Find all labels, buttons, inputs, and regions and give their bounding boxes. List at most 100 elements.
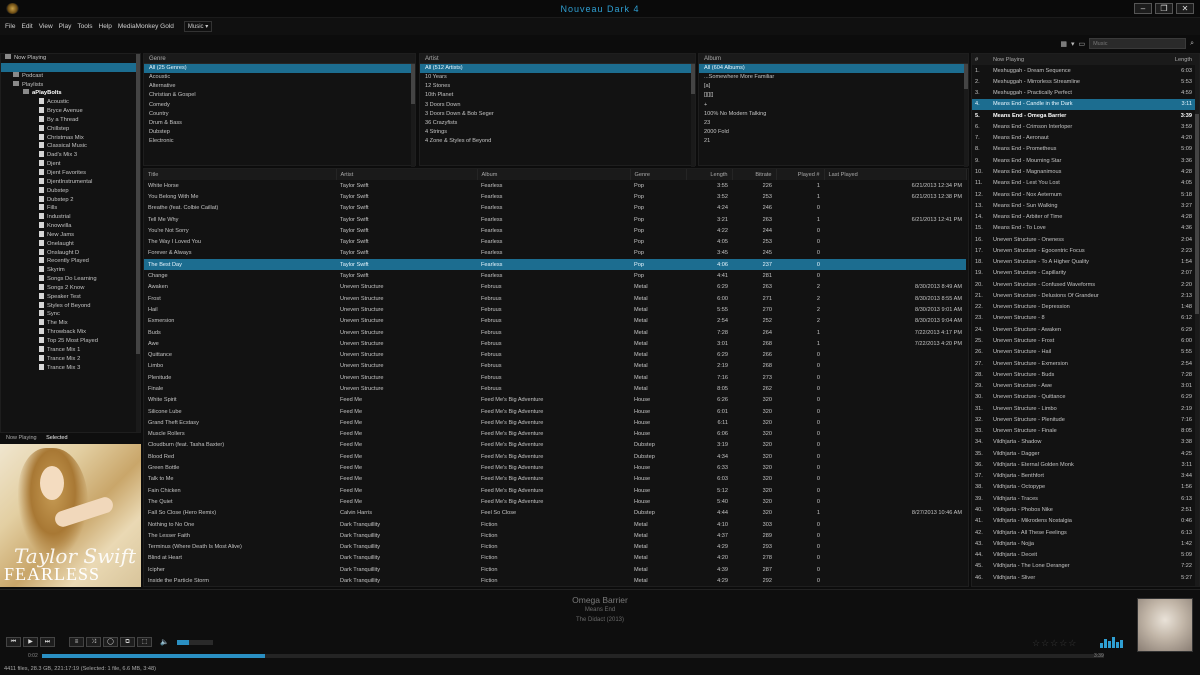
album-filter-item[interactable]: [a]: [699, 82, 968, 91]
album-filter-item[interactable]: [][][]: [699, 91, 968, 100]
artist-filter-item[interactable]: All (512 Artists): [420, 64, 695, 74]
tree-item[interactable]: Trance Mix 3: [1, 363, 140, 373]
tree-item[interactable]: Djent Favorites: [1, 168, 140, 178]
tree-item[interactable]: Now Playing: [1, 54, 140, 63]
tree-item[interactable]: Classical Music: [1, 142, 140, 151]
list-item[interactable]: 15. Means End - To Love 4:36: [972, 223, 1196, 234]
artist-filter-item[interactable]: 36 Crazyfists: [420, 119, 695, 128]
tree-item[interactable]: Playlists: [1, 80, 140, 90]
tree-item[interactable]: Knowvilla: [1, 222, 140, 231]
list-item[interactable]: 45. Vildhjarta - The Lone Deranger 7:22: [972, 561, 1196, 572]
shuffle-icon[interactable]: ⤨: [86, 637, 101, 647]
artist-filter-item[interactable]: 4 Zone & Styles of Beyond: [420, 137, 695, 146]
tree-item[interactable]: Trance Mix 1: [1, 345, 140, 355]
playlist-icon[interactable]: ≡: [69, 637, 84, 647]
table-row[interactable]: You Belong With Me Taylor Swift Fearless Po…: [144, 191, 966, 202]
tree-item[interactable]: Dad's Mix 3: [1, 151, 140, 160]
tree-item[interactable]: Djent: [1, 160, 140, 169]
list-item[interactable]: 28. Uneven Structure - Buds 7:28: [972, 369, 1196, 380]
list-item[interactable]: 29. Uneven Structure - Awe 3:01: [972, 380, 1196, 391]
list-item[interactable]: 44. Vildhjarta - Deceit 5:09: [972, 549, 1196, 560]
maximize-icon[interactable]: ❐: [1155, 3, 1173, 14]
table-row[interactable]: Fain Chicken Feed Me Feed Me's Big Adventu…: [144, 485, 966, 496]
genre-filter-item[interactable]: Alternative: [144, 82, 415, 91]
column-header[interactable]: Title: [144, 169, 337, 180]
table-row[interactable]: The Lesser Faith Dark Tranquillity Fiction…: [144, 530, 966, 541]
search-input[interactable]: Music: [1089, 38, 1187, 49]
album-filter-item[interactable]: 21: [699, 137, 968, 146]
table-row[interactable]: Green Bottle Feed Me Feed Me's Big Adventu…: [144, 462, 966, 473]
tab-selected[interactable]: Selected: [46, 435, 67, 441]
list-item[interactable]: 9. Means End - Mourning Star 3:36: [972, 155, 1196, 166]
tree-item[interactable]: Speaker Test: [1, 292, 140, 302]
tree-item[interactable]: Recently Played: [1, 257, 140, 266]
tree-item[interactable]: DjentInstrumental: [1, 177, 140, 187]
genre-filter-item[interactable]: Acoustic: [144, 73, 415, 82]
table-row[interactable]: Nothing to No One Dark Tranquillity Fictio…: [144, 519, 966, 530]
genre-filter-item[interactable]: Comedy: [144, 101, 415, 110]
list-item[interactable]: 18. Uneven Structure - To A Higher Qualit…: [972, 257, 1196, 268]
artist-filter-item[interactable]: 10th Planet: [420, 91, 695, 100]
list-item[interactable]: 21. Uneven Structure - Delusions Of Grand…: [972, 290, 1196, 301]
album-filter-item[interactable]: 23: [699, 119, 968, 128]
list-item[interactable]: 36. Vildhjarta - Eternal Golden Monk 3:11: [972, 459, 1196, 470]
table-row[interactable]: Inside the Particle Storm Dark Tranquilli…: [144, 575, 966, 586]
artist-filter-item[interactable]: 3 Doors Down: [420, 101, 695, 110]
list-item[interactable]: 26. Uneven Structure - Hail 5:55: [972, 347, 1196, 358]
genre-filter-item[interactable]: Christian & Gospel: [144, 91, 415, 100]
list-item[interactable]: 35. Vildhjarta - Dagger 4:25: [972, 448, 1196, 459]
list-item[interactable]: 10. Means End - Magnanimous 4:28: [972, 166, 1196, 177]
list-item[interactable]: 31. Uneven Structure - Limbo 2:19: [972, 403, 1196, 414]
list-item[interactable]: 23. Uneven Structure - 8 6:12: [972, 313, 1196, 324]
table-row[interactable]: Plenitude Uneven Structure Februus Metal 7:1…: [144, 372, 966, 383]
previous-icon[interactable]: ⏮: [6, 637, 21, 647]
table-row[interactable]: Terminus (Where Death Is Most Alive) Dark…: [144, 542, 966, 553]
list-item[interactable]: 32. Uneven Structure - Plenitude 7:16: [972, 414, 1196, 425]
table-row[interactable]: Muscle Rollers Feed Me Feed Me's Big Adven…: [144, 429, 966, 440]
search-icon[interactable]: ⌕: [1190, 40, 1194, 48]
table-row[interactable]: Awe Uneven Structure Februus Metal 3:01 268 1 7…: [144, 338, 966, 349]
list-item[interactable]: 22. Uneven Structure - Depression 1:48: [972, 302, 1196, 313]
menu-file[interactable]: File: [5, 23, 15, 30]
column-header[interactable]: Last Played: [824, 169, 967, 180]
album-header[interactable]: Album: [699, 54, 968, 64]
table-row[interactable]: Hail Uneven Structure Februus Metal 5:55 270 2…: [144, 304, 966, 315]
list-item[interactable]: 2. Meshuggah - Mirrorless Streamline 5:53: [972, 76, 1196, 87]
genre-filter-item[interactable]: Country: [144, 110, 415, 119]
tree-item[interactable]: aPlayBolts: [1, 89, 140, 98]
column-header[interactable]: Album: [477, 169, 631, 180]
list-item[interactable]: 12. Means End - Nox Aeternum 5:18: [972, 189, 1196, 200]
table-row[interactable]: Exmersion Uneven Structure Februus Metal 2:5…: [144, 316, 966, 327]
list-item[interactable]: 4. Means End - Candle in the Dark 3:11: [972, 98, 1196, 111]
list-item[interactable]: 11. Means End - Lest You Lost 4:05: [972, 178, 1196, 189]
table-row[interactable]: Icipher Dark Tranquillity Fiction Metal 4:39…: [144, 564, 966, 575]
table-row[interactable]: Forever & Always Taylor Swift Fearless Pop 3…: [144, 248, 966, 259]
tree-item[interactable]: Acoustic: [1, 98, 140, 107]
list-item[interactable]: 6. Means End - Crimson Interloper 3:59: [972, 121, 1196, 132]
table-row[interactable]: The Way I Loved You Taylor Swift Fearless P…: [144, 236, 966, 247]
column-header[interactable]: Length: [686, 169, 733, 180]
table-row[interactable]: White Horse Taylor Swift Fearless Pop 3:55 22…: [144, 180, 966, 191]
list-item[interactable]: 46. Vildhjarta - Sliver 5:27: [972, 572, 1196, 583]
list-item[interactable]: 14. Means End - Arbiter of Time 4:28: [972, 211, 1196, 222]
menu-play[interactable]: Play: [59, 23, 72, 30]
artist-filter-item[interactable]: 12 Stones: [420, 82, 695, 91]
table-row[interactable]: Frost Uneven Structure Februus Metal 6:00 271…: [144, 293, 966, 304]
artist-scrollbar[interactable]: [691, 64, 695, 167]
collection-dropdown[interactable]: Music ▾: [183, 21, 213, 32]
tree-item[interactable]: Dubstep 2: [1, 195, 140, 205]
table-row[interactable]: Blood Red Feed Me Feed Me's Big Adventure D…: [144, 451, 966, 462]
table-row[interactable]: Limbo Uneven Structure Februus Metal 2:19 268…: [144, 361, 966, 372]
list-item[interactable]: 7. Means End - Aeronaut 4:20: [972, 133, 1196, 144]
tree-item[interactable]: By a Thread: [1, 115, 140, 125]
tree-item[interactable]: Dubstep: [1, 186, 140, 196]
artist-filter-item[interactable]: 4 Strings: [420, 128, 695, 137]
tree-item[interactable]: Chillstep: [1, 124, 140, 134]
repeat-icon[interactable]: ◯: [103, 637, 118, 647]
list-item[interactable]: 33. Uneven Structure - Finale 8:05: [972, 426, 1196, 437]
tree-item[interactable]: Trance Mix 2: [1, 354, 140, 364]
menu-edit[interactable]: Edit: [21, 23, 32, 30]
tree-item[interactable]: The Mix: [1, 319, 140, 328]
album-filter-item[interactable]: All (604 Albums): [699, 64, 968, 74]
view-grid-icon[interactable]: ▦: [1060, 40, 1067, 48]
